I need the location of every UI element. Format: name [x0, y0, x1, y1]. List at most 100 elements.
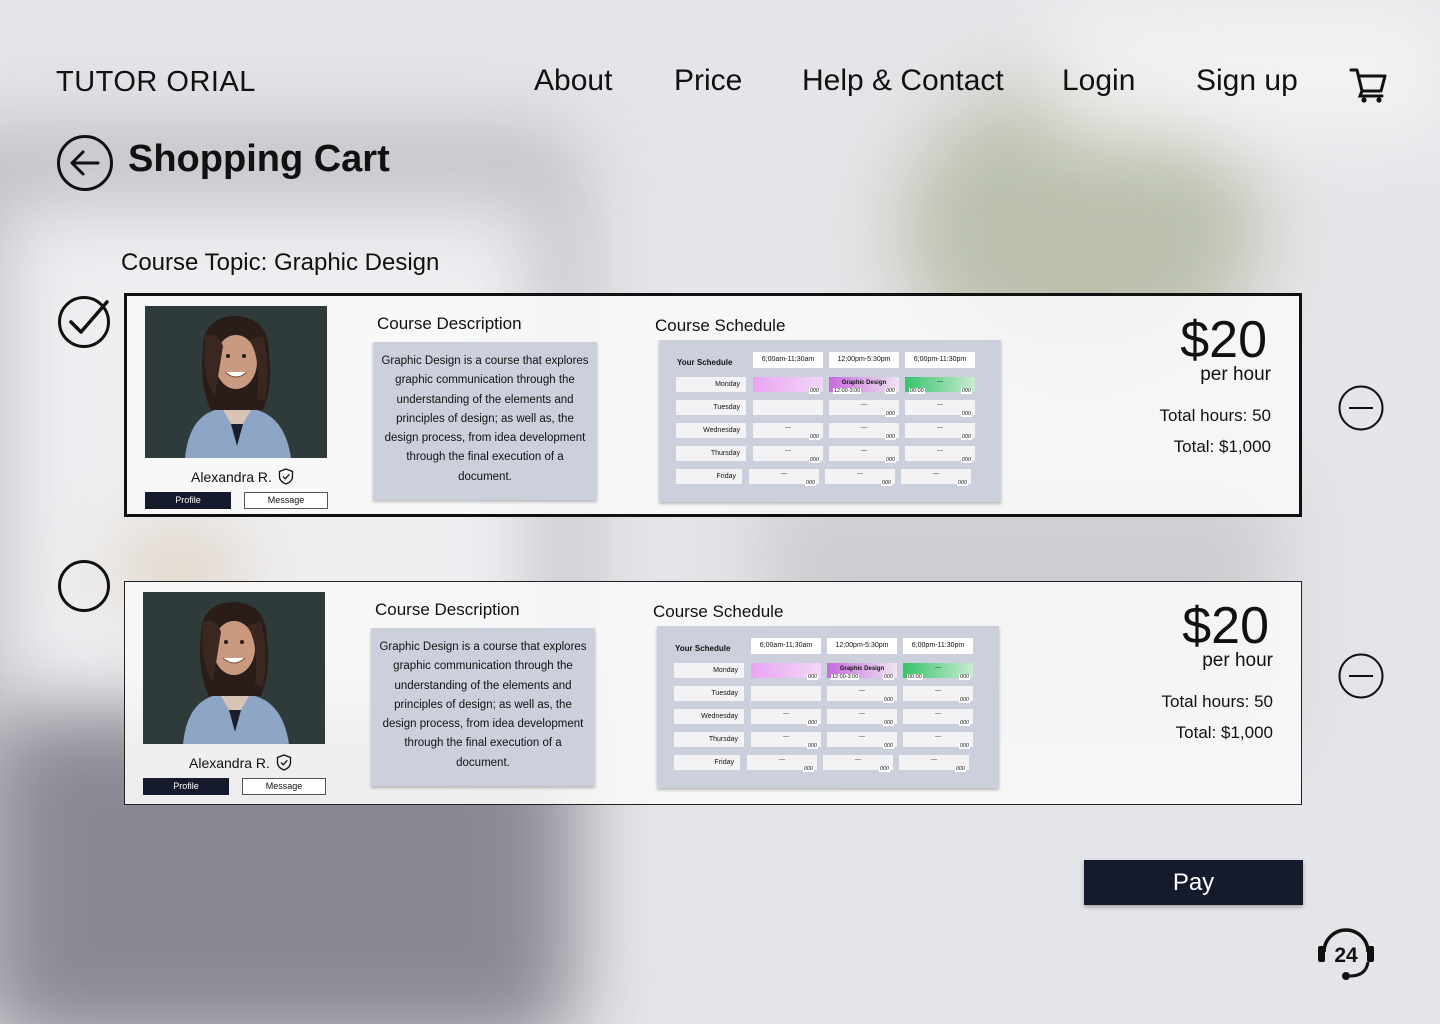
- cell-number: 000: [954, 766, 966, 772]
- schedule-cell[interactable]: 000: [751, 663, 821, 680]
- schedule-cell[interactable]: --- 00:00 000: [905, 377, 975, 394]
- empty-cell-mark: ---: [935, 688, 941, 694]
- total-price: Total: $1,000: [1173, 437, 1271, 456]
- svg-text:24: 24: [1334, 944, 1358, 967]
- description-box: Graphic Design is a course that explores…: [371, 628, 595, 786]
- cart-item: Alexandra R. Profile Message Course Desc…: [124, 581, 1302, 805]
- 24-hour-support-icon[interactable]: 24: [1316, 922, 1376, 982]
- empty-cell-mark: ---: [937, 402, 943, 408]
- empty-cell-mark: ---: [859, 734, 865, 740]
- description-box: Graphic Design is a course that explores…: [373, 342, 597, 500]
- schedule-cell[interactable]: Graphic Design 12:00-3:00 000: [829, 377, 899, 394]
- cart-icon[interactable]: [1348, 64, 1388, 104]
- schedule-slot-header: 12;00pm-5:30pm: [827, 638, 897, 654]
- schedule-cell[interactable]: --- 000: [827, 709, 897, 726]
- tutor-name[interactable]: Alexandra R.: [191, 468, 294, 485]
- schedule-cell[interactable]: --- 000: [829, 423, 899, 440]
- empty-cell-mark: ---: [785, 425, 791, 431]
- cell-number: 000: [960, 457, 972, 463]
- cell-number: 000: [884, 434, 896, 440]
- schedule-day-label: Wednesday: [676, 423, 746, 438]
- evening-time: 00:00: [907, 674, 923, 680]
- empty-cell-mark: ---: [861, 402, 867, 408]
- cell-number: 000: [958, 697, 970, 703]
- pay-button[interactable]: Pay: [1084, 860, 1303, 905]
- message-button[interactable]: Message: [244, 492, 328, 509]
- unchecked-circle-icon[interactable]: [57, 558, 113, 614]
- cell-number: 000: [882, 743, 894, 749]
- empty-cell-mark: ---: [781, 471, 787, 477]
- schedule-cell[interactable]: --- 000: [829, 400, 899, 417]
- schedule-cell[interactable]: [753, 400, 823, 415]
- tutor-photo[interactable]: [143, 592, 325, 744]
- schedule-table[interactable]: Your Schedule 6;00am-11;30am 12;00pm-5:30p…: [657, 626, 999, 788]
- schedule-cell[interactable]: 000: [753, 377, 823, 394]
- profile-button[interactable]: Profile: [145, 492, 231, 509]
- schedule-cell[interactable]: --- 000: [903, 686, 973, 703]
- schedule-cell[interactable]: Graphic Design 12:00-3:00 000: [827, 663, 897, 680]
- tutor-photo[interactable]: [145, 306, 327, 458]
- schedule-cell[interactable]: --- 000: [751, 709, 821, 726]
- tutor-portrait-image: [145, 306, 327, 458]
- cell-number: 000: [958, 674, 970, 680]
- schedule-cell[interactable]: --- 000: [825, 469, 895, 486]
- schedule-cell[interactable]: --- 000: [899, 755, 969, 772]
- schedule-cell[interactable]: --- 000: [901, 469, 971, 486]
- cell-number: 000: [958, 720, 970, 726]
- schedule-cell[interactable]: --- 00:00 000: [903, 663, 973, 680]
- remove-minus-icon[interactable]: [1338, 653, 1384, 699]
- schedule-cell[interactable]: --- 000: [903, 709, 973, 726]
- schedule-cell[interactable]: --- 000: [753, 423, 823, 440]
- tutor-name-label: Alexandra R.: [191, 468, 272, 485]
- schedule-slot-header: 6;00am-11;30am: [751, 638, 821, 654]
- tutor-name-label: Alexandra R.: [189, 754, 270, 771]
- schedule-cell[interactable]: --- 000: [905, 423, 975, 440]
- schedule-cell[interactable]: --- 000: [905, 400, 975, 417]
- remove-minus-icon[interactable]: [1338, 385, 1384, 431]
- schedule-day-label: Tuesday: [674, 686, 744, 701]
- schedule-slot-header: 6;00am-11;30am: [753, 352, 823, 368]
- cell-number: 000: [808, 457, 820, 463]
- cell-number: 000: [960, 434, 972, 440]
- cell-number: 000: [960, 411, 972, 417]
- schedule-day-label: Friday: [674, 755, 740, 770]
- empty-cell-mark: ---: [855, 757, 861, 763]
- nav-price[interactable]: Price: [674, 64, 742, 98]
- nav-login[interactable]: Login: [1062, 64, 1135, 98]
- schedule-cell[interactable]: --- 000: [827, 686, 897, 703]
- schedule-cell[interactable]: --- 000: [905, 446, 975, 463]
- nav-sign-up[interactable]: Sign up: [1196, 64, 1298, 98]
- booked-time: 12:00-3:00: [833, 388, 862, 394]
- per-hour-label: per hour: [1202, 650, 1273, 671]
- nav-about[interactable]: About: [534, 64, 612, 98]
- schedule-cell[interactable]: --- 000: [829, 446, 899, 463]
- back-arrow-icon[interactable]: [56, 134, 114, 192]
- checked-circle-icon[interactable]: [57, 294, 113, 350]
- schedule-slot-header: 6;00pm-11:30pm: [903, 638, 973, 654]
- empty-cell-mark: ---: [857, 471, 863, 477]
- schedule-cell[interactable]: --- 000: [749, 469, 819, 486]
- course-topic: Course Topic: Graphic Design: [121, 249, 440, 276]
- schedule-cell[interactable]: --- 000: [747, 755, 817, 772]
- description-title: Course Description: [375, 600, 520, 619]
- schedule-day-label: Thursday: [674, 732, 744, 747]
- cell-number: 000: [804, 480, 816, 486]
- nav-help-contact[interactable]: Help & Contact: [802, 64, 1004, 98]
- schedule-cell[interactable]: --- 000: [751, 732, 821, 749]
- cell-number: 000: [882, 697, 894, 703]
- cell-number: 000: [958, 743, 970, 749]
- profile-button[interactable]: Profile: [143, 778, 229, 795]
- cell-number: 000: [806, 743, 818, 749]
- schedule-cell[interactable]: --- 000: [823, 755, 893, 772]
- schedule-cell[interactable]: --- 000: [827, 732, 897, 749]
- logo[interactable]: TUTOR ORIAL: [56, 66, 256, 99]
- schedule-cell[interactable]: --- 000: [903, 732, 973, 749]
- empty-cell-mark: ---: [859, 711, 865, 717]
- description-title: Course Description: [377, 314, 522, 333]
- schedule-day-label: Monday: [674, 663, 744, 678]
- message-button[interactable]: Message: [242, 778, 326, 795]
- schedule-table[interactable]: Your Schedule 6;00am-11;30am 12;00pm-5:30p…: [659, 340, 1001, 502]
- schedule-cell[interactable]: --- 000: [753, 446, 823, 463]
- tutor-name[interactable]: Alexandra R.: [189, 754, 292, 771]
- schedule-cell[interactable]: [751, 686, 821, 701]
